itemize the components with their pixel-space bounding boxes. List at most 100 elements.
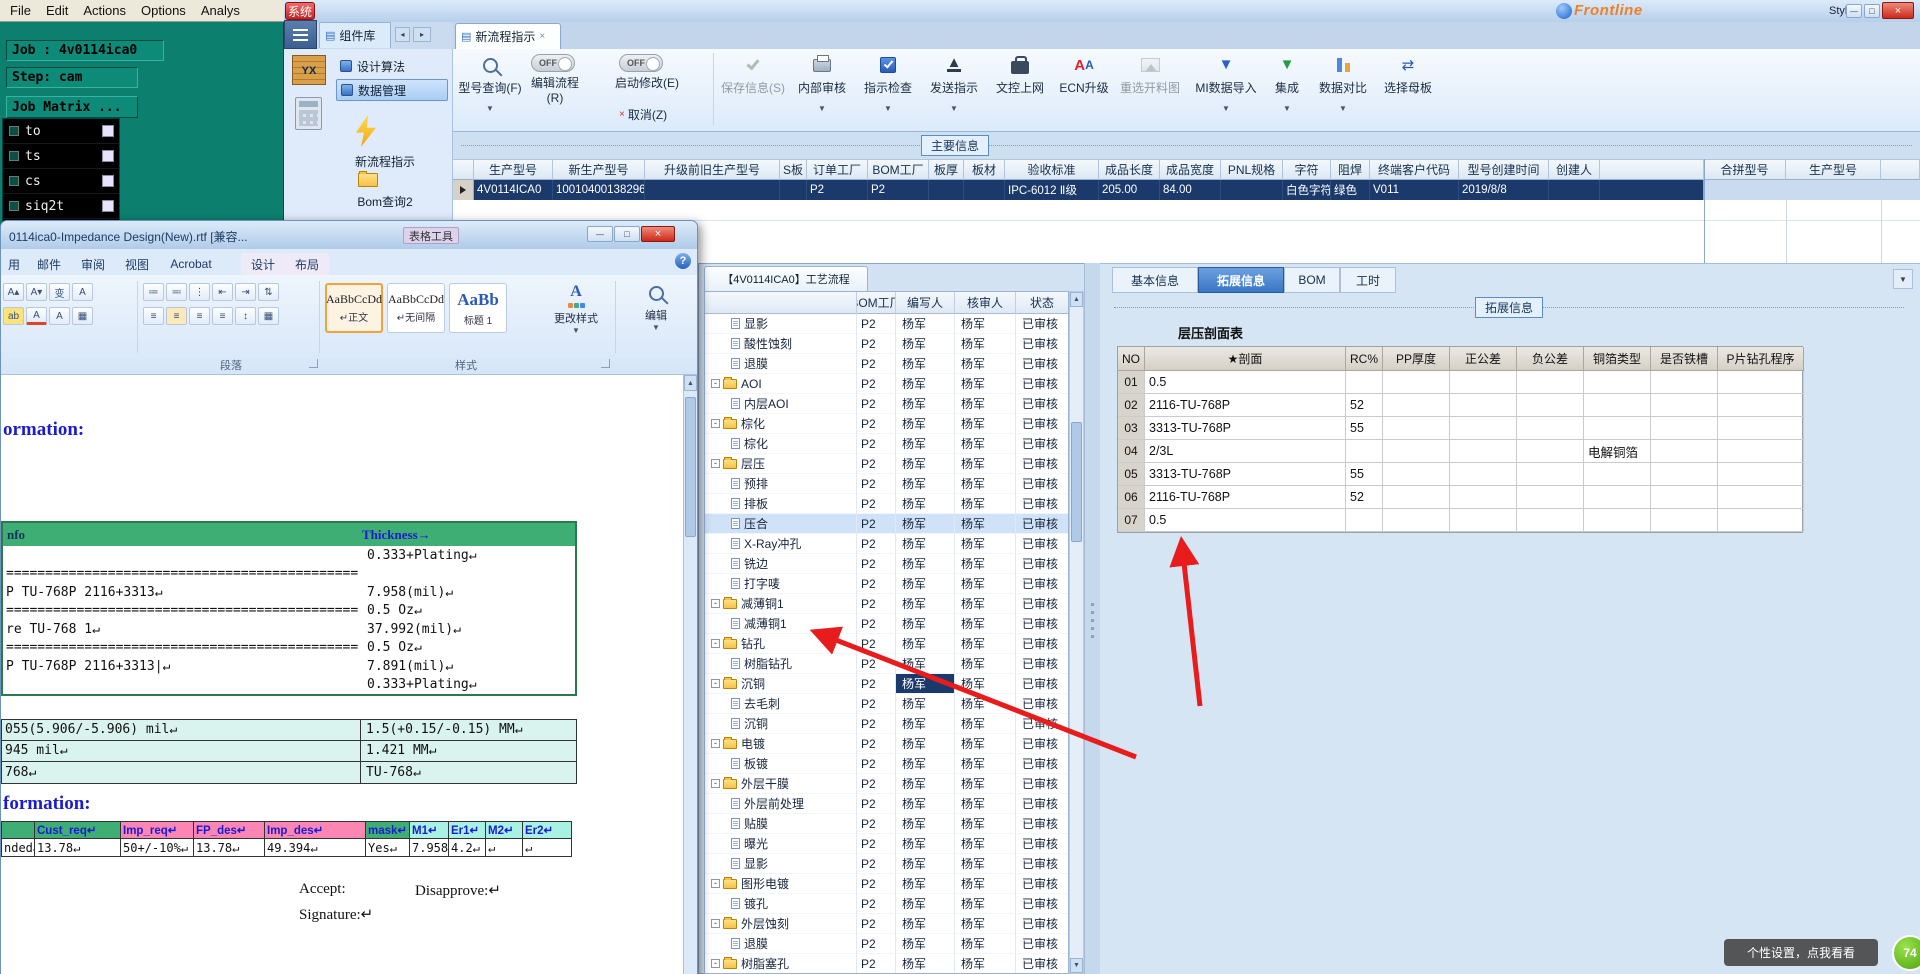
layer-color-chip[interactable] [102, 175, 114, 187]
align-right-button[interactable]: ≡ [189, 307, 210, 325]
process-step-cell[interactable]: 减薄铜1 [705, 594, 857, 614]
tree-expander-icon[interactable] [711, 879, 720, 888]
layer-toggle-icon[interactable] [9, 201, 19, 211]
process-row[interactable]: 显影 P2 杨军 杨军 已审核 [705, 314, 1068, 334]
editing-group-button[interactable]: 编辑 [629, 283, 683, 347]
paragraph-dialog-launcher[interactable] [309, 359, 318, 368]
bom-factory-cell[interactable]: P2 [857, 534, 896, 554]
column-header[interactable]: 是否铁槽 [1651, 347, 1718, 371]
checker-cell[interactable]: 杨军 [955, 514, 1016, 534]
help-icon[interactable] [675, 253, 691, 269]
highlight-button[interactable]: ab [3, 307, 24, 325]
writer-cell[interactable]: 杨军 [896, 474, 955, 494]
bom-factory-cell[interactable]: P2 [857, 674, 896, 694]
layer-toggle-icon[interactable] [9, 176, 19, 186]
process-row[interactable]: 外层蚀刻 P2 杨军 杨军 已审核 [705, 914, 1068, 934]
checker-cell[interactable]: 杨军 [955, 654, 1016, 674]
maximize-button[interactable] [1864, 4, 1880, 18]
detail-tab[interactable]: BOM [1284, 267, 1340, 293]
writer-cell[interactable]: 杨军 [896, 534, 955, 554]
cell-value[interactable] [964, 180, 1005, 200]
checker-cell[interactable]: 杨军 [955, 614, 1016, 634]
profile-cell[interactable]: 0.5 [1145, 371, 1346, 394]
bom-query-folder-icon[interactable] [358, 171, 378, 187]
style-card[interactable]: AaBbCcDd ↵无间隔 [387, 283, 445, 333]
process-scrollbar[interactable]: ▲ ▼ [1069, 291, 1084, 974]
bom-factory-cell[interactable]: P2 [857, 654, 896, 674]
status-cell[interactable]: 已审核 [1016, 354, 1068, 374]
pp-thickness-cell[interactable] [1383, 417, 1450, 440]
dropdown-icon[interactable] [884, 104, 892, 113]
status-cell[interactable]: 已审核 [1016, 614, 1068, 634]
bom-factory-cell[interactable]: P2 [857, 714, 896, 734]
line-spacing-button[interactable]: ↕ [235, 307, 256, 325]
menu-hamburger-icon[interactable] [284, 20, 317, 49]
process-row[interactable]: 减薄铜1 P2 杨军 杨军 已审核 [705, 594, 1068, 614]
column-header[interactable]: S板 [780, 159, 807, 180]
bom-factory-cell[interactable]: P2 [857, 854, 896, 874]
checker-cell[interactable]: 杨军 [955, 694, 1016, 714]
personalization-tooltip[interactable]: 个性设置，点我看看 [1724, 939, 1878, 966]
process-row[interactable]: 外层前处理 P2 杨军 杨军 已审核 [705, 794, 1068, 814]
checker-cell[interactable]: 杨军 [955, 674, 1016, 694]
process-row[interactable]: 沉铜 P2 杨军 杨军 已审核 [705, 674, 1068, 694]
multilevel-list-button[interactable]: ⋮ [189, 283, 210, 301]
process-step-cell[interactable]: 贴膜 [705, 814, 857, 834]
cell-value[interactable]: 绿色 [1331, 180, 1370, 200]
process-row[interactable]: AOI P2 杨军 杨军 已审核 [705, 374, 1068, 394]
checker-cell[interactable]: 杨军 [955, 534, 1016, 554]
checker-cell[interactable]: 杨军 [955, 394, 1016, 414]
menu-item[interactable]: Analys [201, 3, 240, 18]
tree-expander-icon[interactable] [711, 919, 720, 928]
cell-value[interactable]: P2 [868, 180, 929, 200]
column-header[interactable]: NO [1118, 347, 1145, 371]
writer-cell[interactable]: 杨军 [896, 954, 955, 973]
bom-factory-cell[interactable]: P2 [857, 614, 896, 634]
status-cell[interactable]: 已审核 [1016, 374, 1068, 394]
rc-cell[interactable] [1346, 440, 1383, 463]
process-row[interactable]: 钻孔 P2 杨军 杨军 已审核 [705, 634, 1068, 654]
detail-tab[interactable]: 基本信息 [1112, 267, 1198, 293]
column-header[interactable]: BOM工厂 [868, 159, 929, 180]
status-cell[interactable]: 已审核 [1016, 874, 1068, 894]
cancel-button[interactable]: 取消(Z) [619, 106, 667, 123]
scrollbar-thumb[interactable] [1071, 422, 1082, 542]
writer-cell[interactable]: 杨军 [896, 414, 955, 434]
pp-thickness-cell[interactable] [1383, 394, 1450, 417]
negative-tolerance-cell[interactable] [1517, 463, 1584, 486]
cell-value[interactable]: P2 [807, 180, 868, 200]
bom-factory-cell[interactable]: P2 [857, 894, 896, 914]
copper-foil-cell[interactable]: 电解铜箔 [1584, 440, 1651, 463]
writer-cell[interactable]: 杨军 [896, 614, 955, 634]
detail-tab[interactable]: 工时 [1340, 267, 1396, 293]
column-header[interactable]: 生产型号 [1786, 159, 1881, 180]
process-row[interactable]: 图形电镀 P2 杨军 杨军 已审核 [705, 874, 1068, 894]
cell-value[interactable] [1221, 180, 1283, 200]
checker-cell[interactable]: 杨军 [955, 374, 1016, 394]
rc-cell[interactable]: 52 [1346, 394, 1383, 417]
phonetic-button[interactable]: 变 [49, 283, 70, 301]
status-cell[interactable]: 已审核 [1016, 894, 1068, 914]
status-cell[interactable]: 已审核 [1016, 474, 1068, 494]
negative-tolerance-cell[interactable] [1517, 371, 1584, 394]
sort-button[interactable]: ⇅ [258, 283, 279, 301]
main-info-selected-row[interactable]: 4V0114ICA0 10010400138296 P2 P2 IPC-6012 Ⅱ级 2… [453, 180, 1704, 200]
layer-toggle-icon[interactable] [9, 151, 19, 161]
tree-expander-icon[interactable] [711, 459, 720, 468]
process-step-cell[interactable]: 酸性蚀刻 [705, 334, 857, 354]
column-header[interactable]: 阻焊 [1331, 159, 1370, 180]
ribbon-tab[interactable]: 设计 [241, 253, 285, 275]
status-cell[interactable]: 已审核 [1016, 554, 1068, 574]
component-library-tab[interactable]: 组件库 [319, 22, 391, 48]
writer-cell[interactable]: 杨军 [896, 894, 955, 914]
iron-slot-cell[interactable] [1651, 463, 1718, 486]
layer-color-chip[interactable] [102, 150, 114, 162]
char-shading-button[interactable]: ▦ [72, 307, 93, 325]
profile-cell[interactable]: 2116-TU-768P [1145, 394, 1346, 417]
positive-tolerance-cell[interactable] [1450, 394, 1517, 417]
checker-cell[interactable]: 杨军 [955, 954, 1016, 973]
bom-factory-cell[interactable]: P2 [857, 634, 896, 654]
process-row[interactable]: 打字唛 P2 杨军 杨军 已审核 [705, 574, 1068, 594]
bom-factory-cell[interactable]: P2 [857, 494, 896, 514]
copper-foil-cell[interactable] [1584, 463, 1651, 486]
